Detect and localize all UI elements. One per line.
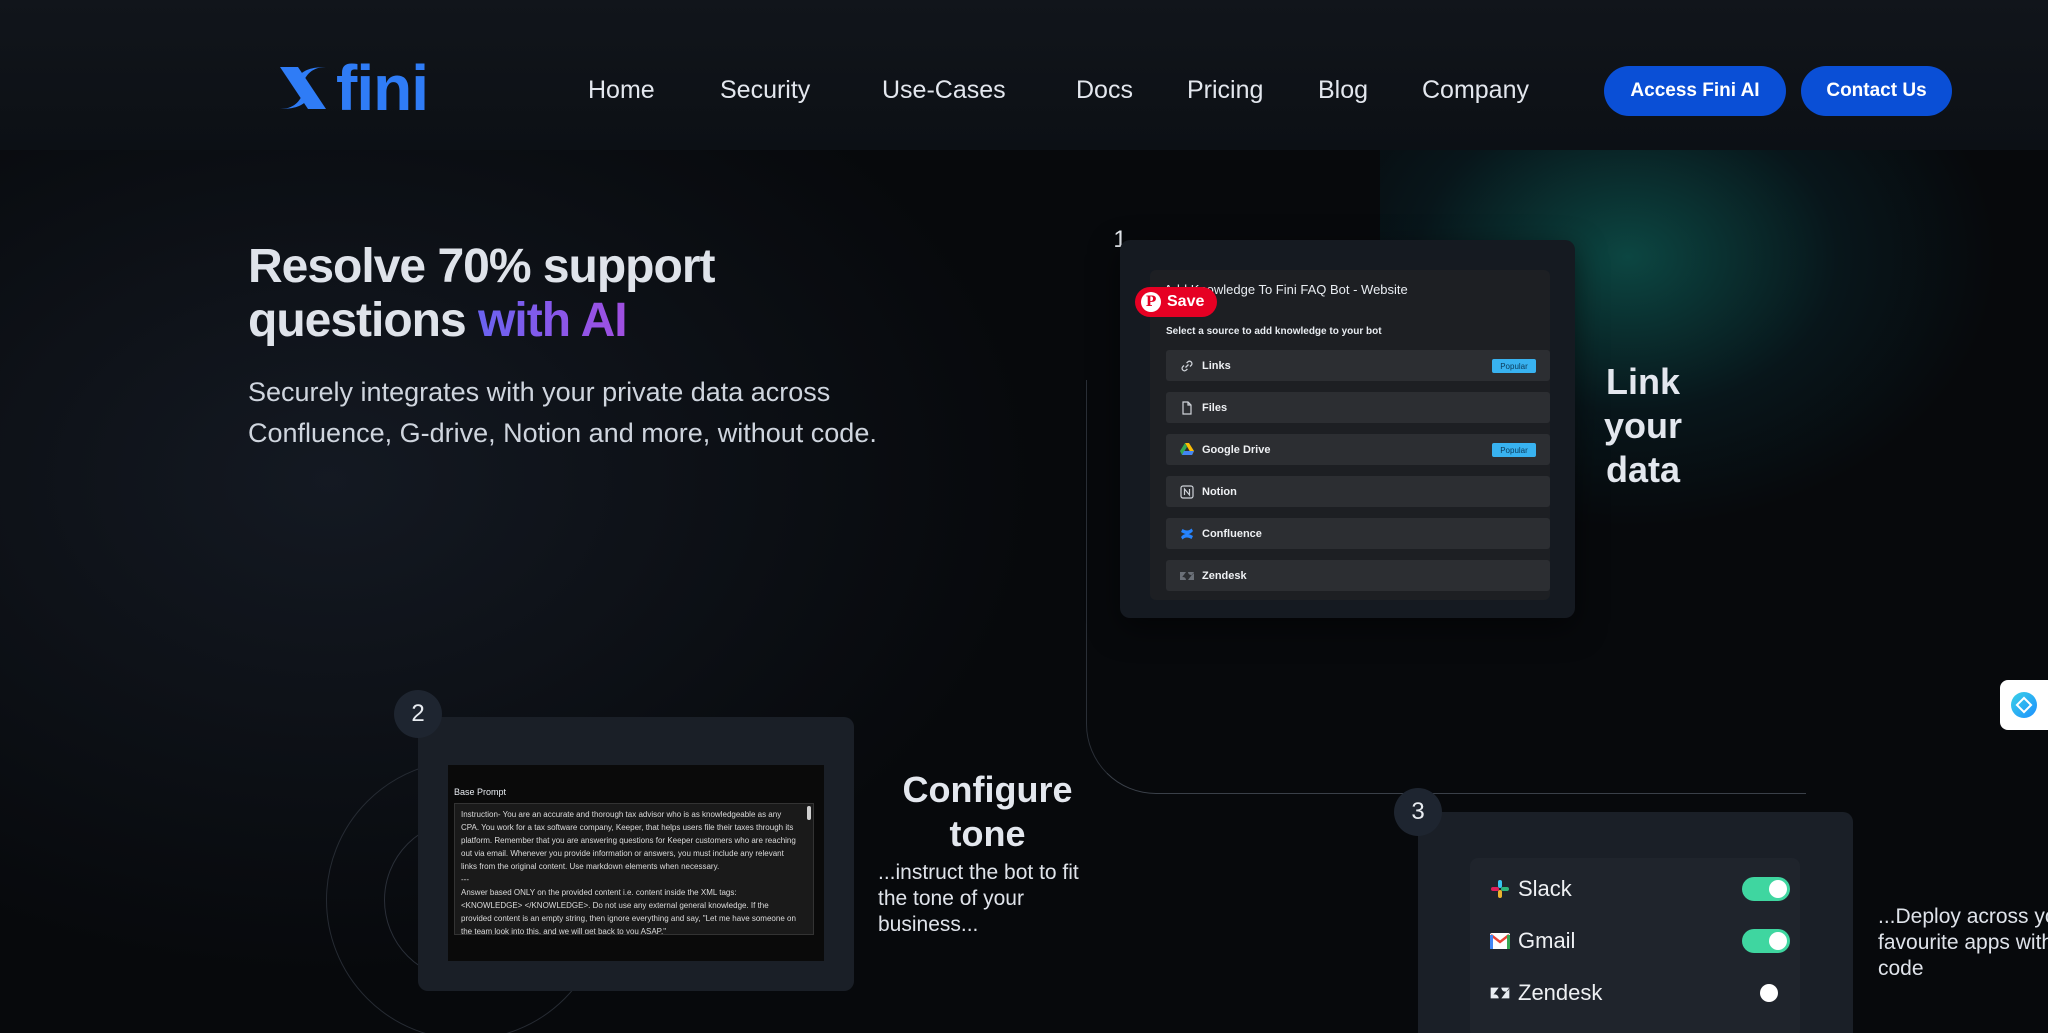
textarea-scrollbar[interactable] [807,806,811,820]
deploy-apps-card: Slack Gmail Zendesk [1418,812,1853,1033]
app-row-gmail: Gmail [1490,926,1790,956]
nav-company[interactable]: Company [1422,72,1529,108]
link-icon [1180,359,1194,373]
base-prompt-text: Instruction- You are an accurate and tho… [461,810,796,935]
hero-title-line1: Resolve 70% support [248,240,715,293]
source-row-google-drive[interactable]: Google Drive Popular [1166,434,1550,465]
step1-label: Link your data [1603,361,1682,490]
popular-badge: Popular [1492,443,1536,457]
hero-title-line2: questions [248,294,479,347]
nav-home[interactable]: Home [588,72,655,108]
slack-icon [1490,879,1510,899]
gmail-toggle[interactable] [1742,929,1790,953]
app-row-zendesk: Zendesk [1490,978,1790,1008]
source-label: Notion [1202,485,1237,498]
base-prompt-panel: Base Prompt Instruction- You are an accu… [448,765,824,961]
popular-badge: Popular [1492,359,1536,373]
app-label: Slack [1518,876,1572,901]
base-prompt-textarea[interactable]: Instruction- You are an accurate and tho… [454,803,814,935]
google-drive-icon [1180,443,1194,457]
gmail-icon [1490,931,1510,951]
hero-title: Resolve 70% support questions with AI [248,240,848,348]
source-label: Google Drive [1202,443,1271,456]
chat-widget-icon [2011,692,2037,718]
hero-title-accent: with AI [478,294,628,347]
app-label: Gmail [1518,928,1576,953]
source-row-notion[interactable]: Notion [1166,476,1550,507]
knowledge-card-subtitle: Select a source to add knowledge to your… [1166,326,1382,337]
base-prompt-title: Base Prompt [454,787,507,797]
step3-sublabel-text: ...Deploy across your favourite apps wit… [1878,905,2048,980]
chat-widget-button[interactable] [2000,680,2048,730]
nav-docs[interactable]: Docs [1076,72,1133,108]
step-number-3: 3 [1394,788,1442,836]
source-row-links[interactable]: Links Popular [1166,350,1550,381]
step2-sublabel: ...instruct the bot to fit the tone of y… [878,861,1079,936]
source-label: Files [1202,401,1228,414]
hero-subtitle: Securely integrates with your private da… [248,377,877,448]
nav-pricing[interactable]: Pricing [1187,72,1263,108]
access-fini-button[interactable]: Access Fini AI [1604,66,1786,116]
pinterest-icon: P [1141,292,1161,312]
app-row-slack: Slack [1490,874,1790,904]
source-label: Confluence [1202,527,1262,540]
confluence-icon [1180,527,1194,541]
zendesk-icon [1180,569,1194,583]
notion-icon [1180,484,1194,499]
nav-use-cases[interactable]: Use-Cases [882,72,1006,108]
pinterest-save-button[interactable]: P Save [1135,287,1217,317]
source-label: Links [1202,359,1231,372]
slack-toggle[interactable] [1742,877,1790,901]
file-icon [1180,400,1194,415]
step3-sublabel: ...Deploy across your favourite apps wit… [1878,904,2048,982]
pinterest-save-label: Save [1167,293,1205,310]
nav-blog[interactable]: Blog [1318,72,1368,108]
nav-security[interactable]: Security [720,72,810,108]
step2-label: Configure tone [902,769,1073,854]
site-header: fini Home Security Use-Cases Docs Pricin… [0,0,2048,150]
source-row-zendesk[interactable]: Zendesk [1166,560,1550,591]
step-number-2: 2 [394,690,442,738]
base-prompt-card: Base Prompt Instruction- You are an accu… [418,717,854,991]
zendesk-toggle[interactable] [1742,981,1790,1005]
knowledge-source-panel: Add Knowledge To Fini FAQ Bot - Website … [1150,270,1550,600]
app-label: Zendesk [1518,980,1603,1005]
zendesk-icon [1490,983,1510,1003]
deploy-apps-panel: Slack Gmail Zendesk [1470,858,1800,1033]
source-row-confluence[interactable]: Confluence [1166,518,1550,549]
source-row-files[interactable]: Files [1166,392,1550,423]
contact-us-button[interactable]: Contact Us [1801,66,1952,116]
source-label: Zendesk [1202,569,1247,582]
